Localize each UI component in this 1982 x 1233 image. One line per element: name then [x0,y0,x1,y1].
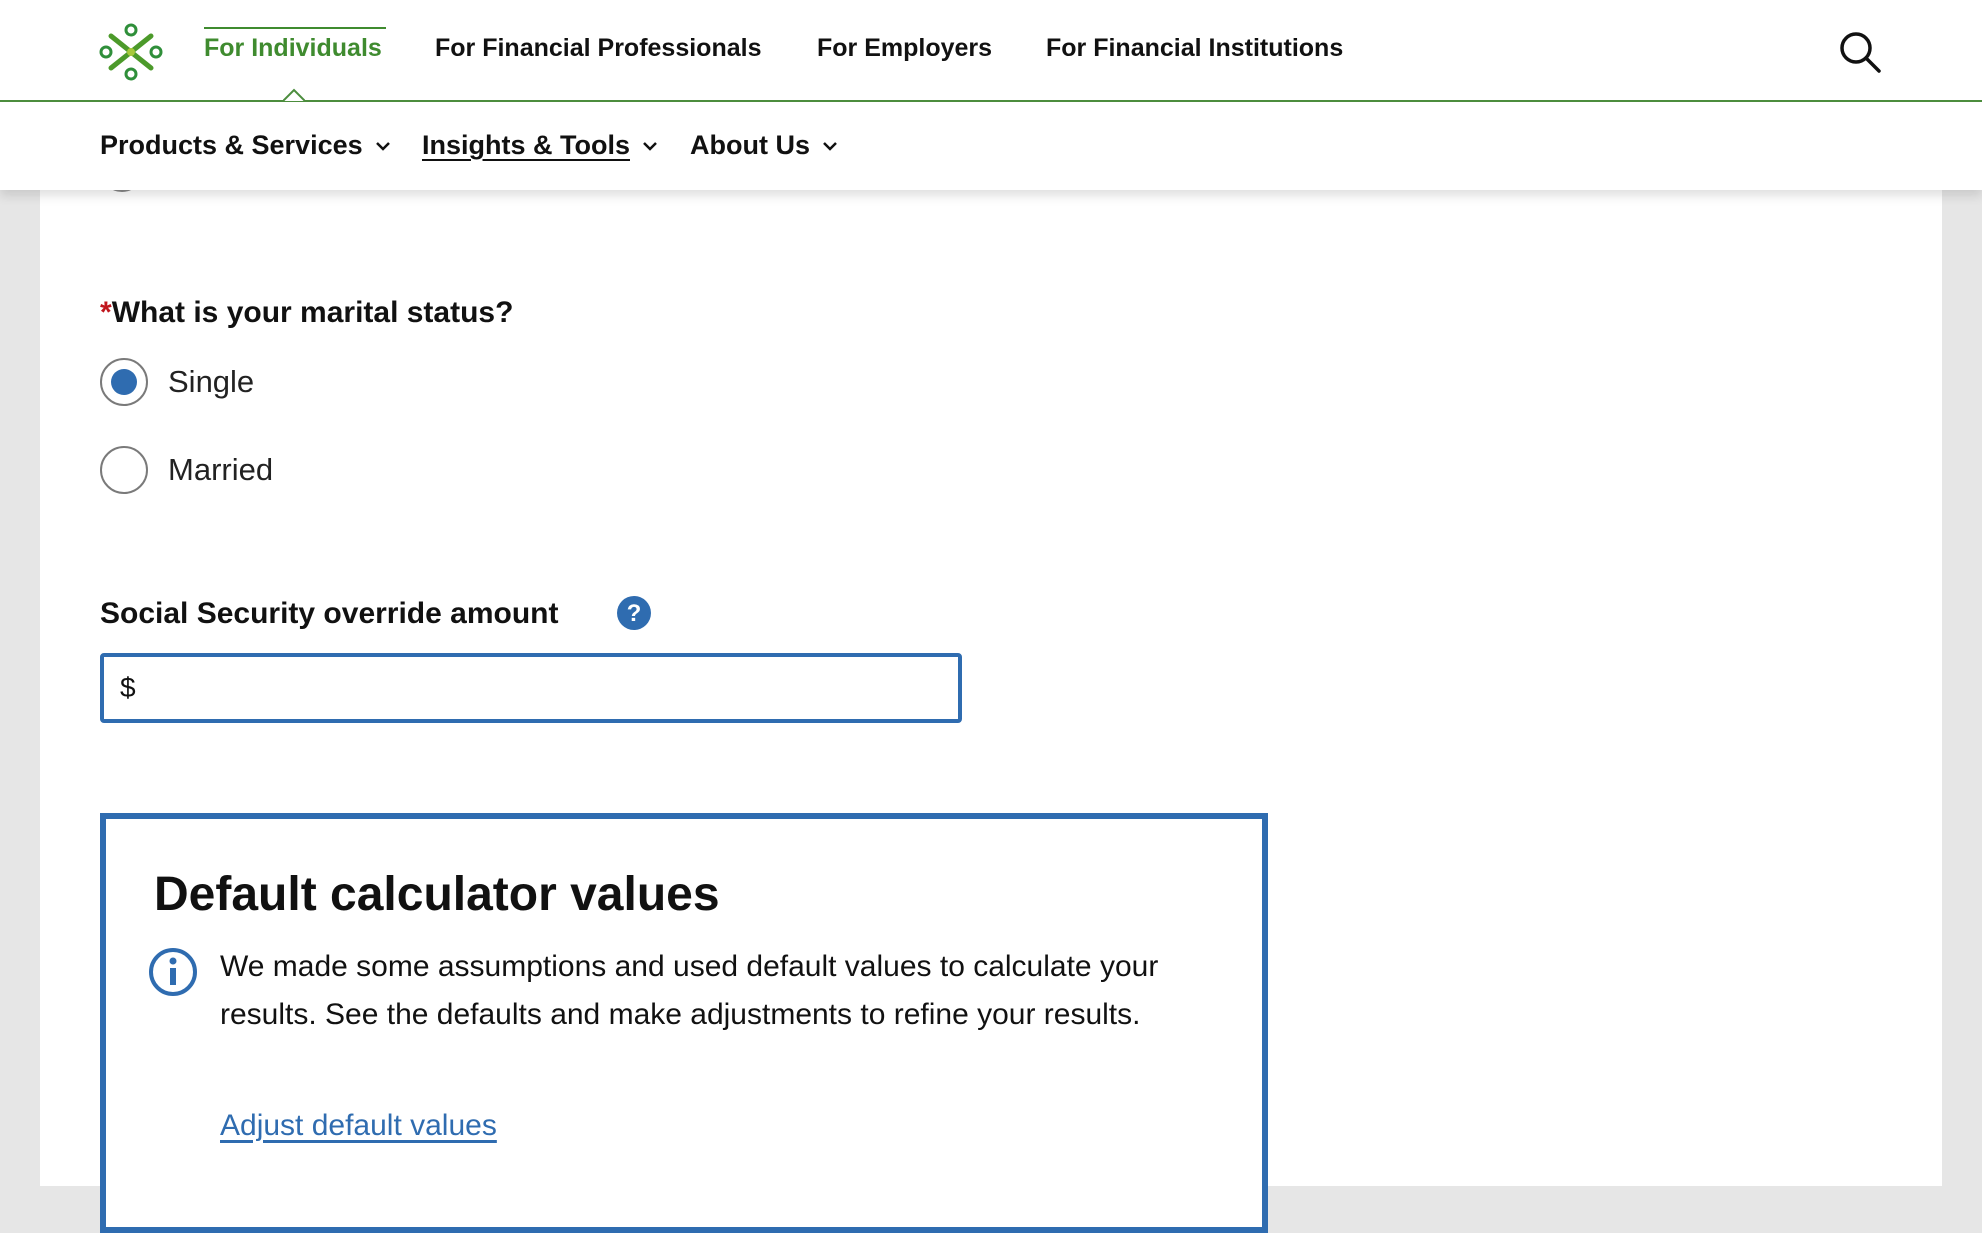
tab-for-employers[interactable]: For Employers [817,34,992,63]
radio-option-married[interactable]: Married [100,446,273,494]
active-tab-indicator [204,27,386,29]
question-label: What is your marital status? [111,296,514,329]
tab-for-financial-institutions[interactable]: For Financial Institutions [1046,34,1343,63]
default-values-panel: Default calculator values We made some a… [100,813,1268,1233]
default-values-title: Default calculator values [154,868,720,921]
radio-label-married[interactable]: Married [168,452,273,488]
subnav-insights-tools[interactable]: Insights & Tools [422,130,658,161]
radio-button-married[interactable] [100,446,148,494]
subnav-label: Insights & Tools [422,130,630,160]
flower-logo-icon[interactable] [98,22,164,82]
default-values-description: We made some assumptions and used defaul… [220,950,1159,1031]
secondary-navigation: Products & Services Insights & Tools Abo… [0,102,1982,190]
chevron-down-icon [643,141,657,151]
radio-label-single[interactable]: Single [168,364,254,400]
social-security-label: Social Security override amount [100,597,559,630]
radio-button-single[interactable] [100,358,148,406]
subnav-products-services[interactable]: Products & Services [100,130,391,161]
chevron-down-icon [375,141,390,151]
chevron-down-icon [823,141,837,151]
active-tab-caret-icon [283,88,305,102]
tab-for-individuals[interactable]: For Individuals [204,34,382,63]
subnav-label: About Us [690,130,810,160]
radio-option-single[interactable]: Single [100,358,254,406]
subnav-label: Products & Services [100,130,363,160]
search-icon[interactable] [1838,30,1882,74]
tab-for-financial-professionals[interactable]: For Financial Professionals [435,34,761,63]
subnav-about-us[interactable]: About Us [690,130,838,161]
social-security-amount-input[interactable] [100,653,962,723]
required-marker: * [100,296,112,329]
top-navigation-bar: For Individuals For Financial Profession… [0,0,1982,102]
question-circle-icon[interactable]: ? [616,595,652,631]
adjust-default-values-link[interactable]: Adjust default values [220,1109,497,1143]
marital-status-question: *What is your marital status? [100,296,513,330]
info-circle-icon [149,948,197,996]
svg-text:?: ? [627,600,642,627]
